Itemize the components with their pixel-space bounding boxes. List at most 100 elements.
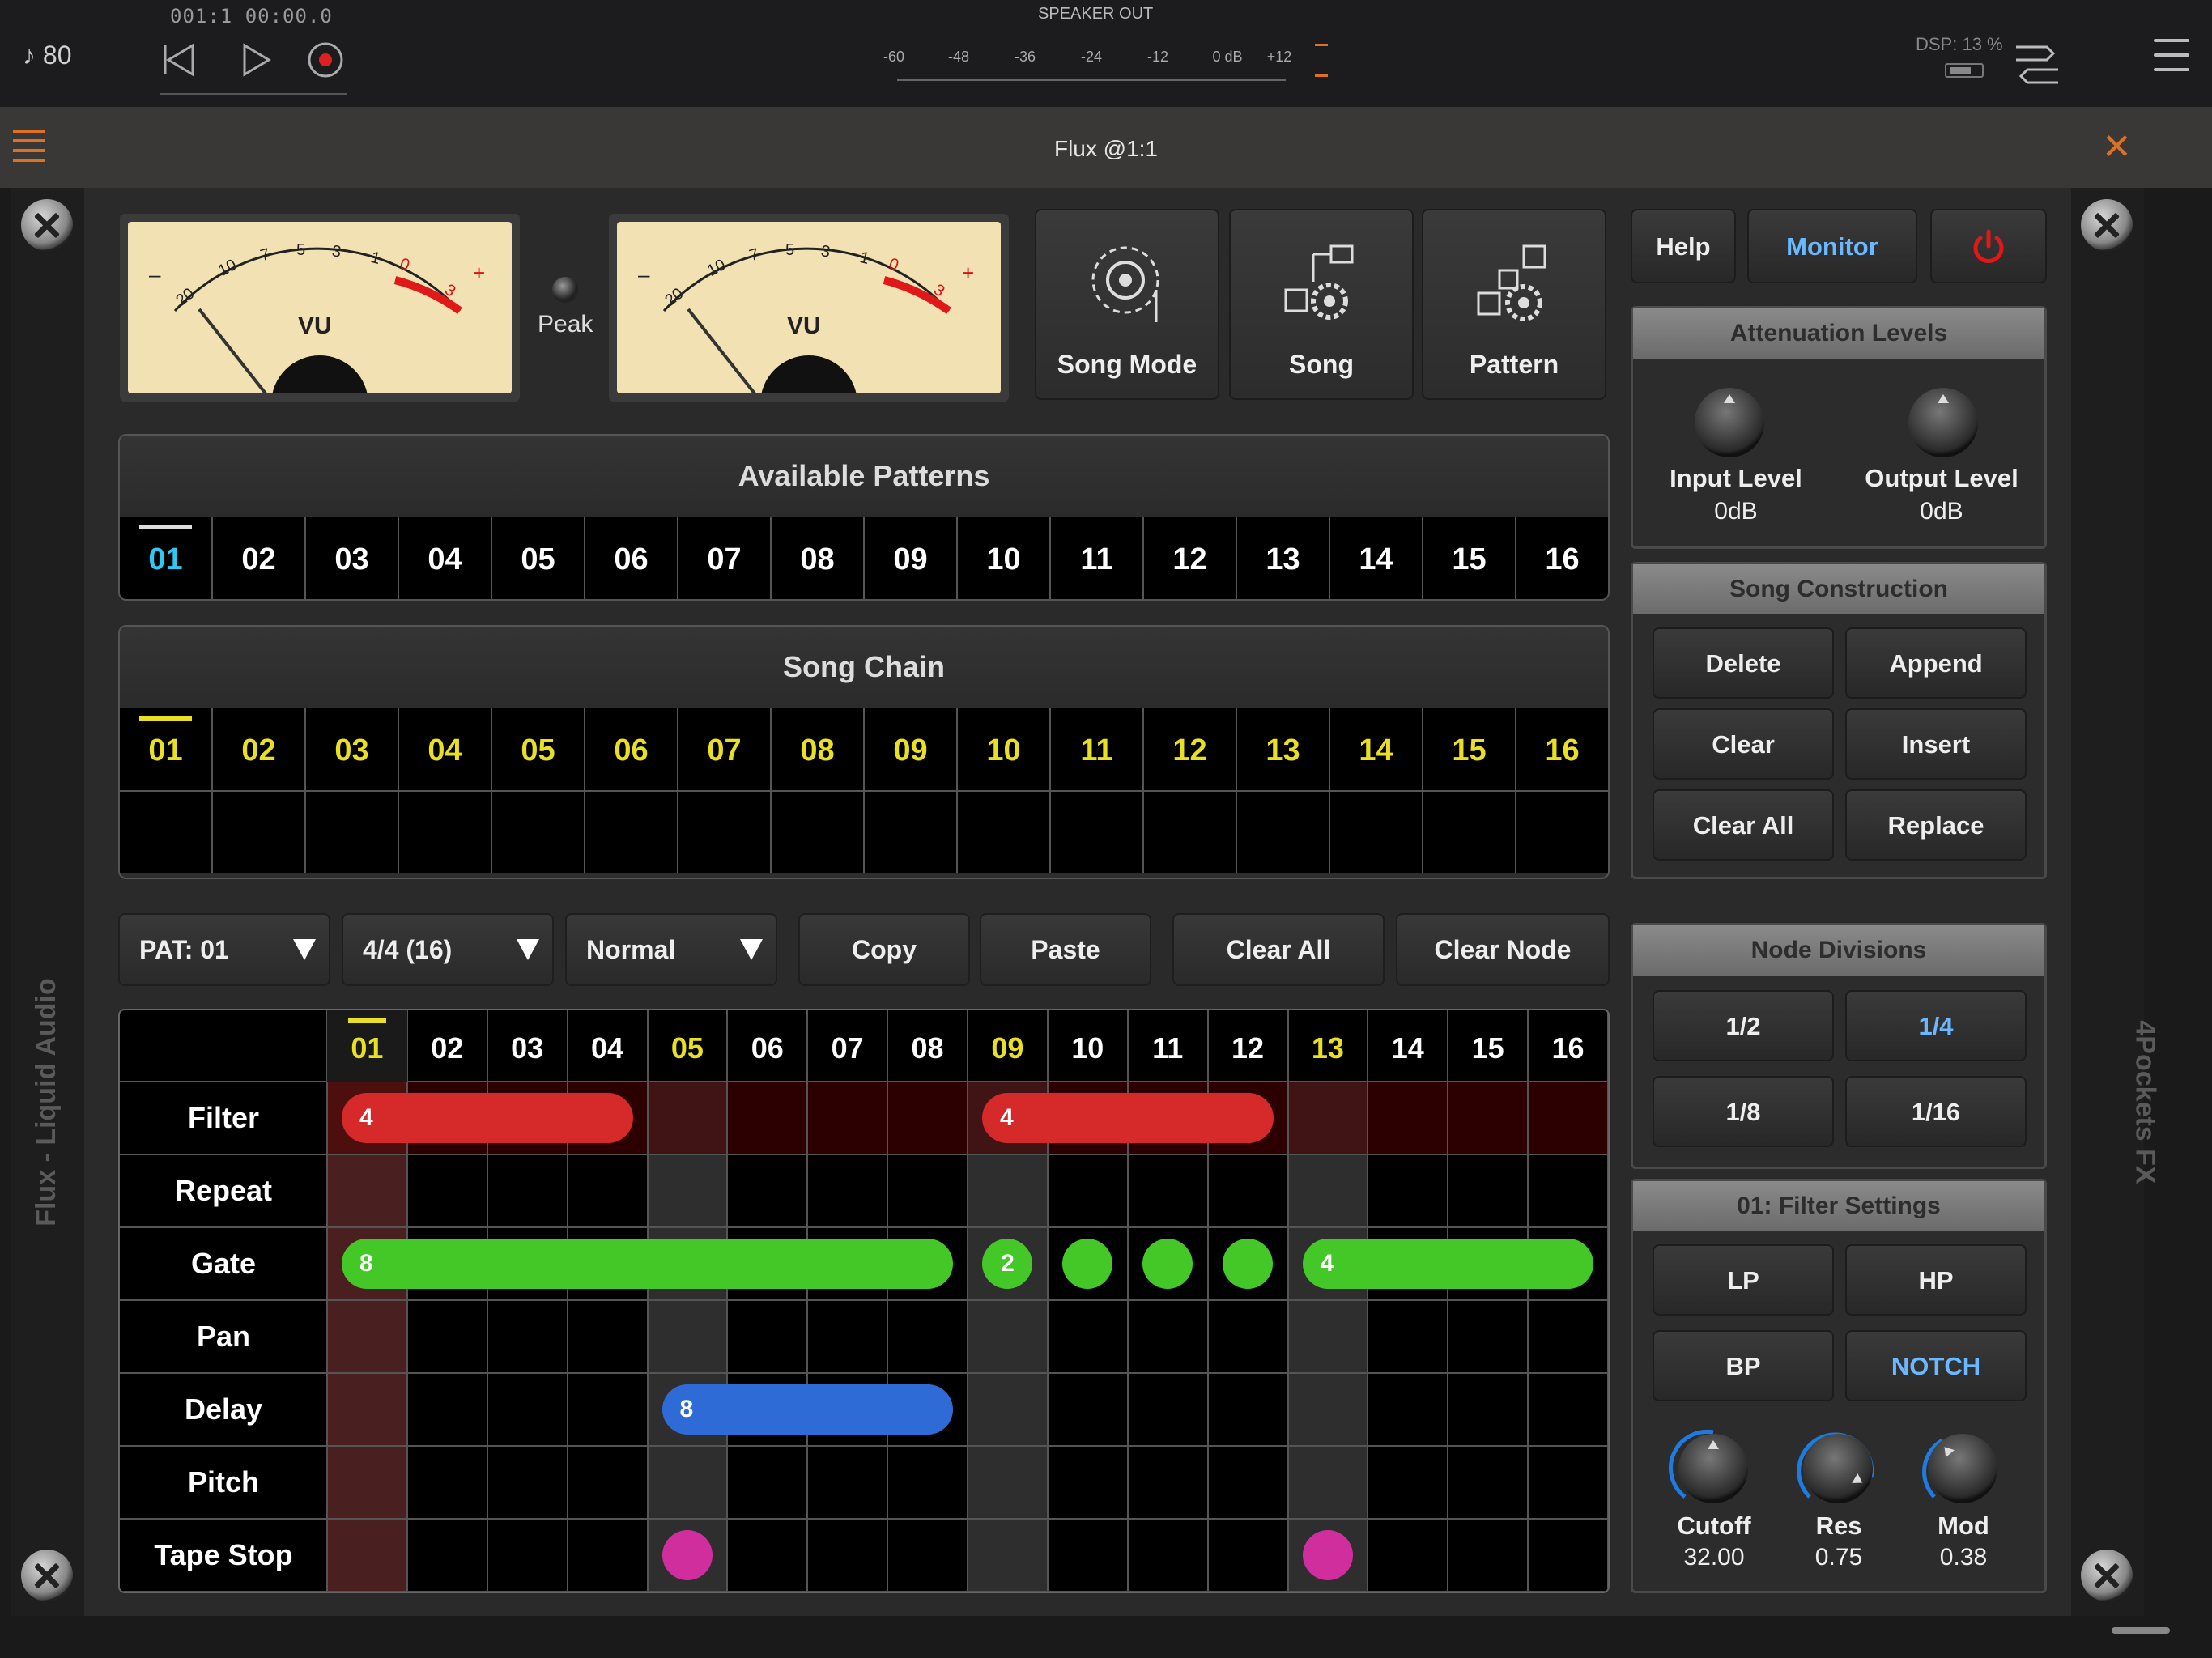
step-header[interactable]: 15 [1448, 1010, 1528, 1082]
chain-empty-cell[interactable] [306, 792, 399, 873]
clear-all-song-button[interactable]: Clear All [1653, 789, 1834, 861]
chain-slot-12[interactable]: 12 [1144, 708, 1237, 790]
mod-knob[interactable] [1928, 1434, 1997, 1503]
chain-slot-14[interactable]: 14 [1330, 708, 1423, 790]
effect-row-label[interactable]: Pan [120, 1300, 327, 1373]
effect-row-label[interactable]: Filter [120, 1082, 327, 1154]
time-signature-select[interactable]: 4/4 (16) [342, 913, 554, 986]
delete-button[interactable]: Delete [1653, 627, 1834, 699]
chain-slot-07[interactable]: 07 [678, 708, 772, 790]
chain-empty-cell[interactable] [958, 792, 1051, 873]
chain-slot-13[interactable]: 13 [1237, 708, 1330, 790]
replace-button[interactable]: Replace [1845, 789, 2027, 861]
highpass-button[interactable]: HP [1845, 1244, 2027, 1316]
preset-list-icon[interactable] [13, 130, 45, 168]
chain-slot-03[interactable]: 03 [306, 708, 399, 790]
playback-mode-select[interactable]: Normal [565, 913, 777, 986]
song-button[interactable]: Song [1229, 209, 1414, 400]
chain-slot-08[interactable]: 08 [772, 708, 865, 790]
pattern-slot-04[interactable]: 04 [399, 517, 492, 599]
effect-row-label[interactable]: Delay [120, 1373, 327, 1446]
help-button[interactable]: Help [1631, 209, 1736, 283]
pattern-slot-05[interactable]: 05 [492, 517, 585, 599]
bandpass-button[interactable]: BP [1653, 1330, 1834, 1401]
effect-node[interactable]: 4 [1302, 1239, 1593, 1289]
chain-empty-cell[interactable] [1144, 792, 1237, 873]
division-eighth-button[interactable]: 1/8 [1653, 1076, 1834, 1147]
chain-slot-15[interactable]: 15 [1423, 708, 1516, 790]
routing-icon[interactable] [2011, 34, 2063, 86]
effect-node[interactable]: 2 [982, 1239, 1033, 1289]
pattern-slot-08[interactable]: 08 [772, 517, 865, 599]
chain-slot-10[interactable]: 10 [958, 708, 1051, 790]
step-header[interactable]: 09 [968, 1010, 1048, 1082]
pattern-slot-03[interactable]: 03 [306, 517, 399, 599]
pattern-slot-09[interactable]: 09 [865, 517, 958, 599]
chain-slot-06[interactable]: 06 [585, 708, 678, 790]
chain-empty-cell[interactable] [1237, 792, 1330, 873]
effect-node[interactable] [1302, 1530, 1353, 1580]
rewind-button[interactable] [154, 36, 202, 84]
chain-slot-02[interactable]: 02 [213, 708, 306, 790]
step-header[interactable]: 05 [648, 1010, 728, 1082]
pattern-slot-02[interactable]: 02 [213, 517, 306, 599]
effect-node[interactable]: 4 [342, 1093, 633, 1143]
effect-node[interactable]: 4 [982, 1093, 1274, 1143]
cutoff-knob[interactable] [1678, 1434, 1748, 1503]
chain-empty-cell[interactable] [772, 792, 865, 873]
effect-node[interactable]: 8 [342, 1239, 953, 1289]
clear-node-button[interactable]: Clear Node [1396, 913, 1610, 986]
effect-node[interactable]: 8 [661, 1384, 953, 1435]
pattern-slot-10[interactable]: 10 [958, 517, 1051, 599]
chain-empty-cell[interactable] [1051, 792, 1144, 873]
pattern-slot-15[interactable]: 15 [1423, 517, 1516, 599]
pattern-slot-06[interactable]: 06 [585, 517, 678, 599]
sequencer-grid[interactable]: 01 02 03 04 05 06 07 08 09 10 11 12 13 14 15 16 Filter Re… [118, 1009, 1610, 1593]
division-half-button[interactable]: 1/2 [1653, 990, 1834, 1061]
step-header[interactable]: 04 [568, 1010, 648, 1082]
lowpass-button[interactable]: LP [1653, 1244, 1834, 1316]
chain-slot-09[interactable]: 09 [865, 708, 958, 790]
chain-slot-11[interactable]: 11 [1051, 708, 1144, 790]
pattern-slot-13[interactable]: 13 [1237, 517, 1330, 599]
copy-button[interactable]: Copy [798, 913, 970, 986]
pattern-button[interactable]: Pattern [1422, 209, 1606, 400]
chain-empty-cell[interactable] [865, 792, 958, 873]
effect-row-label[interactable]: Tape Stop [120, 1519, 327, 1592]
effect-node[interactable] [1142, 1239, 1193, 1289]
division-sixteenth-button[interactable]: 1/16 [1845, 1076, 2027, 1147]
paste-button[interactable]: Paste [980, 913, 1151, 986]
pattern-slot-14[interactable]: 14 [1330, 517, 1423, 599]
step-header[interactable]: 12 [1208, 1010, 1288, 1082]
append-button[interactable]: Append [1845, 627, 2027, 699]
chain-empty-cell[interactable] [1330, 792, 1423, 873]
chain-slot-01[interactable]: 01 [120, 708, 213, 790]
song-mode-button[interactable]: Song Mode [1035, 209, 1219, 400]
monitor-button[interactable]: Monitor [1747, 209, 1917, 283]
step-header[interactable]: 13 [1288, 1010, 1368, 1082]
pattern-slot-16[interactable]: 16 [1516, 517, 1608, 599]
pattern-slot-01[interactable]: 01 [120, 517, 213, 599]
step-header[interactable]: 02 [407, 1010, 487, 1082]
clear-all-button[interactable]: Clear All [1172, 913, 1385, 986]
notch-button[interactable]: NOTCH [1845, 1330, 2027, 1401]
tempo-display[interactable]: ♪ 80 [23, 40, 71, 70]
division-quarter-button[interactable]: 1/4 [1845, 990, 2027, 1061]
insert-button[interactable]: Insert [1845, 708, 2027, 780]
effect-row-label[interactable]: Pitch [120, 1446, 327, 1519]
input-level-knob[interactable] [1695, 388, 1764, 457]
pattern-slot-07[interactable]: 07 [678, 517, 772, 599]
effect-row-label[interactable]: Repeat [120, 1154, 327, 1227]
chain-empty-cell[interactable] [399, 792, 492, 873]
step-header[interactable]: 11 [1128, 1010, 1208, 1082]
menu-icon[interactable] [2154, 39, 2189, 83]
clear-button[interactable]: Clear [1653, 708, 1834, 780]
step-header[interactable]: 14 [1368, 1010, 1448, 1082]
chain-empty-cell[interactable] [678, 792, 772, 873]
step-header[interactable]: 06 [727, 1010, 807, 1082]
effect-node[interactable] [1062, 1239, 1113, 1289]
chain-empty-cell[interactable] [213, 792, 306, 873]
chain-slot-04[interactable]: 04 [399, 708, 492, 790]
chain-empty-cell[interactable] [120, 792, 213, 873]
step-header[interactable]: 03 [487, 1010, 568, 1082]
